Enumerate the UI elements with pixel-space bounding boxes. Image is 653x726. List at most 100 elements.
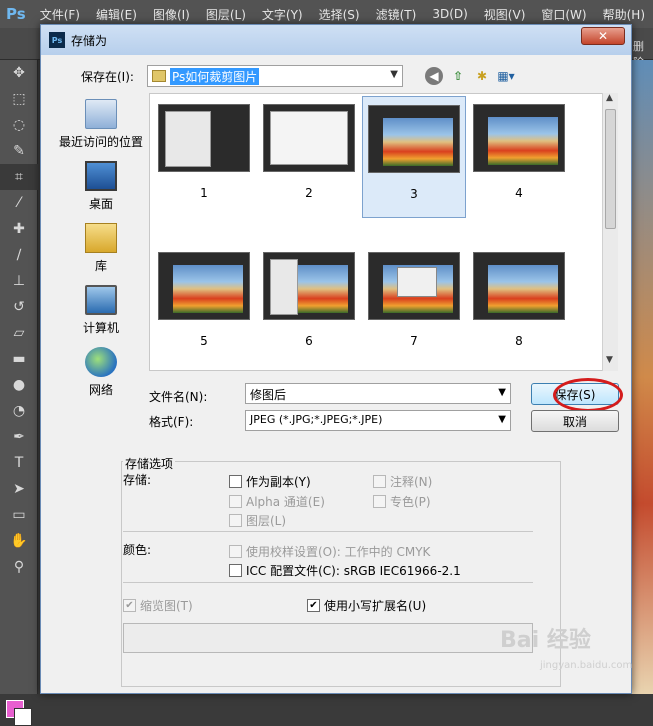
brush-tool-icon[interactable]: ∕ [0,242,38,268]
menu-help[interactable]: 帮助(H) [595,6,653,23]
place-label: 库 [94,258,107,273]
path-select-tool-icon[interactable]: ➤ [0,476,38,502]
file-item-8[interactable]: 8 [467,244,571,366]
lasso-tool-icon[interactable]: ◌ [0,112,38,138]
file-item-6[interactable]: 6 [257,244,361,366]
file-item-2[interactable]: 2 [257,96,361,218]
divider [123,582,533,583]
as-copy-checkbox[interactable]: 作为副本(Y) [229,473,311,490]
folder-icon [152,70,166,82]
file-label: 1 [200,186,208,200]
stamp-tool-icon[interactable]: ⊥ [0,268,38,294]
shape-tool-icon[interactable]: ▭ [0,502,38,528]
chevron-down-icon[interactable]: ▼ [498,387,506,398]
spot-colors-checkbox[interactable]: 专色(P) [373,493,431,510]
menu-3d[interactable]: 3D(D) [424,7,475,21]
menu-file[interactable]: 文件(F) [32,6,88,23]
save-in-label: 保存在(I): [81,69,134,84]
layers-checkbox[interactable]: 图层(L) [229,512,286,529]
menu-image[interactable]: 图像(I) [145,6,198,23]
place-desktop[interactable]: 桌面 [53,155,149,217]
menu-view[interactable]: 视图(V) [476,6,534,23]
lowercase-extension-checkbox[interactable]: ✔ 使用小写扩展名(U) [307,597,426,614]
screenshot-preview [270,259,298,315]
save-in-dropdown[interactable]: Ps如何裁剪图片 ▼ [147,65,403,87]
menu-type[interactable]: 文字(Y) [254,6,311,23]
painting-preview [488,265,558,313]
menu-select[interactable]: 选择(S) [311,6,368,23]
menu-edit[interactable]: 编辑(E) [88,6,145,23]
file-label: 3 [410,187,418,201]
divider [123,531,533,532]
background-color-swatch[interactable] [14,708,32,726]
highlight-circle [553,378,623,412]
up-folder-icon[interactable]: ⇧ [449,67,467,85]
file-thumbnail [368,252,460,320]
hand-tool-icon[interactable]: ✋ [0,528,38,554]
marquee-tool-icon[interactable]: ⬚ [0,86,38,112]
dodge-tool-icon[interactable]: ◔ [0,398,38,424]
type-tool-icon[interactable]: T [0,450,38,476]
chevron-down-icon[interactable]: ▼ [498,414,506,425]
checkbox-label: 缩览图(T) [140,599,193,613]
file-thumbnail [473,104,565,172]
healing-tool-icon[interactable]: ✚ [0,216,38,242]
file-item-1[interactable]: 1 [152,96,256,218]
recent-places-icon [85,98,117,129]
notes-checkbox[interactable]: 注释(N) [373,473,432,490]
new-folder-icon[interactable]: ✱ [473,67,491,85]
use-proof-setup-checkbox[interactable]: 使用校样设置(O): 工作中的 CMYK [229,543,430,560]
history-brush-icon[interactable]: ↺ [0,294,38,320]
cancel-button[interactable]: 取消 [531,410,619,432]
filename-field[interactable]: 修图后 ▼ [245,383,511,404]
file-item-5[interactable]: 5 [152,244,256,366]
painting-preview [488,117,558,165]
place-recent[interactable]: 最近访问的位置 [53,93,149,155]
back-icon[interactable]: ◀ [425,67,443,85]
screenshot-preview [165,111,211,167]
checkbox-box [229,564,242,577]
blur-tool-icon[interactable]: ● [0,372,38,398]
file-item-7[interactable]: 7 [362,244,466,366]
scrollbar-thumb[interactable] [605,109,616,229]
move-tool-icon[interactable]: ✥ [0,60,38,86]
file-thumbnail [158,104,250,172]
eraser-tool-icon[interactable]: ▱ [0,320,38,346]
file-item-4[interactable]: 4 [467,96,571,218]
place-network[interactable]: 网络 [53,341,149,403]
baidu-watermark: Bai 经验 [500,628,591,653]
file-label: 4 [515,186,523,200]
menu-layer[interactable]: 图层(L) [198,6,254,23]
close-button[interactable]: ✕ [581,27,625,45]
alpha-channels-checkbox[interactable]: Alpha 通道(E) [229,493,325,510]
file-item-3[interactable]: 3 [362,96,466,218]
checkbox-box [229,475,242,488]
menu-filter[interactable]: 滤镜(T) [368,6,425,23]
eyedropper-tool-icon[interactable]: ⁄ [0,190,38,216]
checkmark-icon: ✔ [123,599,136,612]
scroll-up-icon[interactable]: ▲ [606,93,613,103]
dialog-titlebar[interactable]: Ps 存储为 ✕ [41,25,631,55]
thumbnail-checkbox[interactable]: ✔ 缩览图(T) [123,597,193,614]
file-list-scrollbar[interactable]: ▲ ▼ [602,93,618,371]
canvas-image-strip [632,60,653,694]
painting-preview [383,118,453,166]
desktop-icon [85,160,117,191]
zoom-tool-icon[interactable]: ⚲ [0,554,38,580]
menu-window[interactable]: 窗口(W) [533,6,594,23]
icc-profile-checkbox[interactable]: ICC 配置文件(C): sRGB IEC61966-2.1 [229,562,461,579]
place-libraries[interactable]: 库 [53,217,149,279]
gradient-tool-icon[interactable]: ▬ [0,346,38,372]
file-thumbnail [473,252,565,320]
crop-tool-icon[interactable]: ⌗ [0,164,38,190]
quick-select-tool-icon[interactable]: ✎ [0,138,38,164]
painting-preview [173,265,243,313]
file-label: 5 [200,334,208,348]
place-computer[interactable]: 计算机 [53,279,149,341]
format-select[interactable]: JPEG (*.JPG;*.JPEG;*.JPE) ▼ [245,410,511,431]
computer-icon [85,284,117,315]
scroll-down-icon[interactable]: ▼ [606,355,613,365]
pen-tool-icon[interactable]: ✒ [0,424,38,450]
checkbox-label: 专色(P) [390,495,431,509]
view-menu-icon[interactable]: ▦▾ [497,67,515,85]
